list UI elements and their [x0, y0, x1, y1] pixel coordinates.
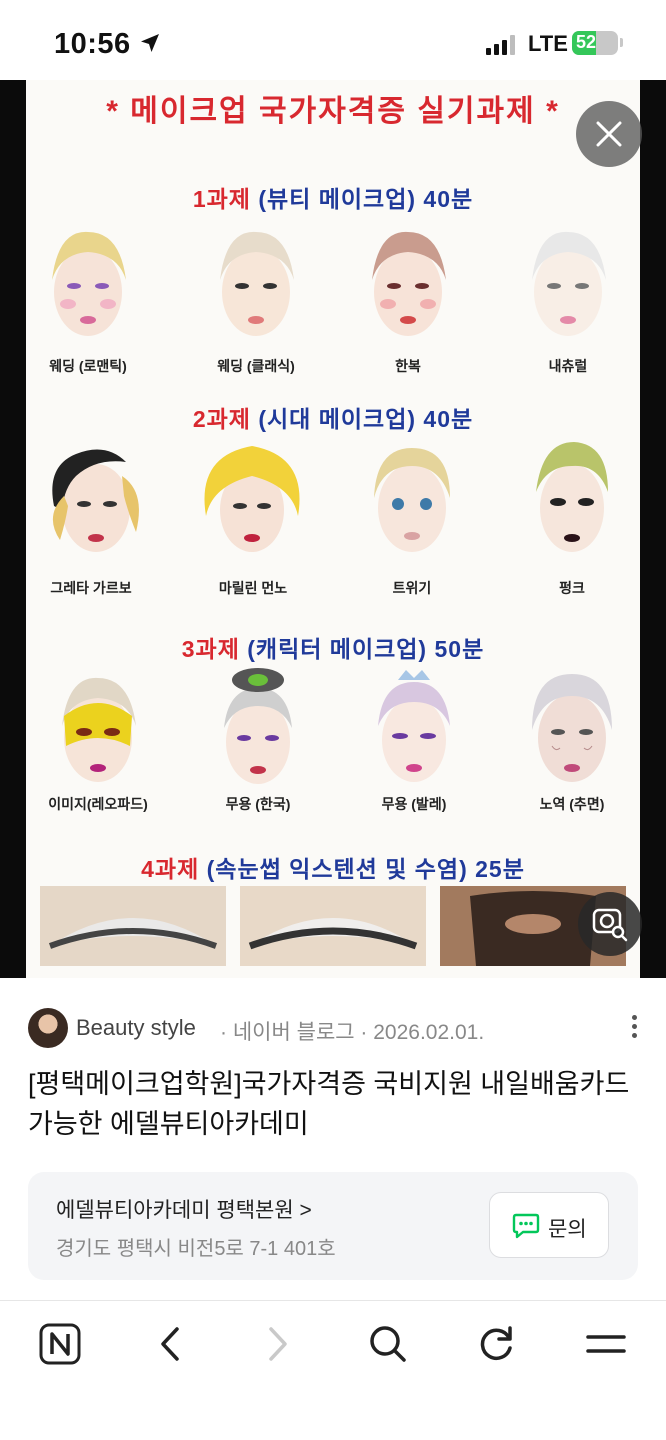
section-title-2: 2과제 (시대 메이크업) 40분: [192, 406, 474, 432]
face-illustration: [224, 668, 292, 784]
face-illustration: [52, 449, 139, 552]
face-illustration: [372, 231, 446, 336]
naver-home-button[interactable]: [30, 1319, 90, 1369]
face-caption: 웨딩 (클래식): [217, 358, 295, 374]
section-title-3: 3과제 (캐릭터 메이크업) 50분: [181, 636, 485, 662]
image-search-button[interactable]: [578, 892, 642, 956]
post-title[interactable]: [평택메이크업학원]국가자격증 국비지원 내일배움카드 가능한 에델뷰티아카데미: [28, 1064, 642, 1144]
inquiry-button[interactable]: 문의: [489, 1192, 609, 1258]
bottom-toolbar: [0, 1301, 666, 1440]
image-search-icon: [592, 908, 628, 942]
face-caption: 펑크: [559, 580, 585, 596]
network-label: LTE: [528, 31, 568, 56]
source-row[interactable]: Beauty style · 네이버 블로그 · 2026.02.01.: [28, 1008, 648, 1048]
face-illustration: [220, 231, 294, 336]
place-card[interactable]: 에델뷰티아카데미 평택본원 > 경기도 평택시 비전5로 7-1 401호 문의: [28, 1172, 638, 1280]
source-meta: · 네이버 블로그 · 2026.02.01.: [220, 1021, 485, 1044]
place-name[interactable]: 에델뷰티아카데미 평택본원 >: [56, 1194, 312, 1224]
search-button[interactable]: [358, 1319, 418, 1369]
face-caption: 무용 (한국): [225, 796, 291, 812]
section-title-1: 1과제 (뷰티 메이크업) 40분: [192, 186, 474, 212]
chat-icon: [512, 1213, 540, 1239]
face-caption: 무용 (발레): [381, 796, 447, 812]
face-illustration: [378, 670, 450, 782]
poster-title: * 메이크업 국가자격증 실기과제 *: [106, 95, 560, 128]
refresh-icon: [480, 1326, 512, 1361]
status-bar: 10:56 LTE 52: [0, 0, 666, 80]
more-options-icon[interactable]: [628, 1012, 640, 1044]
menu-button[interactable]: [576, 1319, 636, 1369]
face-caption: 한복: [395, 358, 421, 374]
face-caption: 웨딩 (로맨틱): [49, 358, 127, 374]
eyelash-photo: [240, 886, 426, 966]
section-title-4: 4과제 (속눈썹 익스텐션 및 수염) 25분: [141, 856, 525, 882]
face-caption: 내츄럴: [548, 358, 588, 374]
location-arrow-icon: [141, 34, 159, 52]
back-icon: [161, 1327, 179, 1361]
forward-icon: [269, 1327, 287, 1361]
status-time: 10:56: [54, 28, 131, 60]
eyelash-photo: [40, 886, 226, 966]
signal-icon: [486, 35, 520, 55]
search-icon: [370, 1326, 406, 1362]
face-caption: 노역 (추면): [539, 796, 605, 812]
poster-image: * 메이크업 국가자격증 실기과제 * 1과제 (뷰티 메이크업) 40분 2과…: [26, 80, 640, 978]
refresh-button[interactable]: [467, 1319, 527, 1369]
face-caption: 그레타 가르보: [50, 580, 132, 596]
face-illustration: [536, 442, 608, 552]
source-name[interactable]: Beauty style: [76, 1015, 196, 1041]
face-illustration: [62, 677, 136, 782]
face-illustration: [52, 231, 126, 336]
face-illustration: [532, 674, 612, 782]
avatar[interactable]: [28, 1008, 68, 1048]
battery-icon: 52: [572, 31, 618, 55]
close-icon: [596, 121, 622, 147]
close-button[interactable]: [576, 101, 642, 167]
face-illustration: [204, 446, 300, 552]
face-illustration: [532, 231, 606, 336]
menu-icon: [586, 1335, 626, 1353]
forward-button[interactable]: [249, 1319, 309, 1369]
face-caption: 이미지(레오파드): [48, 796, 148, 812]
face-illustration: [374, 448, 450, 552]
face-caption: 트위기: [392, 580, 432, 596]
face-caption: 마릴린 먼노: [218, 580, 288, 596]
battery-level: 52: [576, 32, 597, 52]
image-viewer[interactable]: * 메이크업 국가자격증 실기과제 * 1과제 (뷰티 메이크업) 40분 2과…: [0, 80, 666, 978]
place-address: 경기도 평택시 비전5로 7-1 401호: [56, 1238, 336, 1260]
back-button[interactable]: [139, 1319, 199, 1369]
naver-home-icon: [39, 1323, 81, 1365]
inquiry-label: 문의: [548, 1218, 587, 1241]
